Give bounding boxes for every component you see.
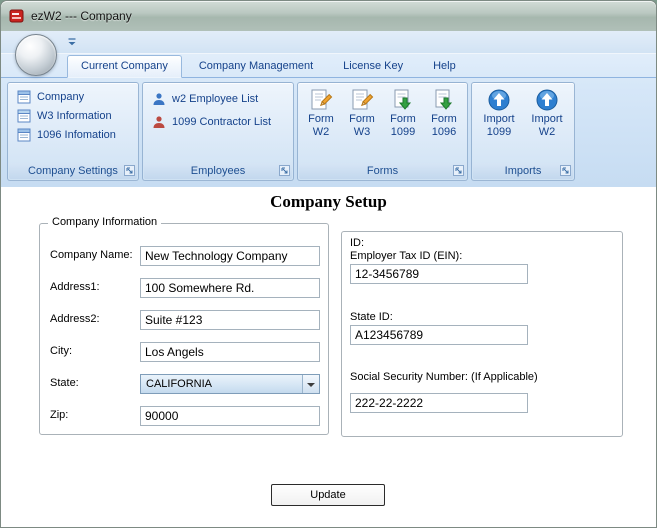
dialog-launcher-icon[interactable] <box>560 165 571 176</box>
button-1099-contractor-list-label: 1099 Contractor List <box>172 116 272 128</box>
groupbox-legend: Company Information <box>48 216 162 228</box>
ribbon-tab-row: Current Company Company Management Licen… <box>1 53 656 78</box>
id-label: ID: <box>350 237 365 249</box>
button-form-1096[interactable]: Form 1096 <box>424 86 464 139</box>
page-title: Company Setup <box>270 192 387 211</box>
button-1096-information[interactable]: 1096 Infomation <box>12 126 134 144</box>
group-caption-imports: Imports <box>473 163 573 179</box>
button-import-w2[interactable]: Import W2 <box>524 86 571 139</box>
city-label: City: <box>50 345 72 357</box>
tab-license-key[interactable]: License Key <box>330 55 416 78</box>
form-1096-icon <box>17 128 31 142</box>
qat-customize-dropdown-icon[interactable] <box>65 35 79 49</box>
group-imports: Import 1099 Import W2 Imports <box>471 82 575 181</box>
import-orb-icon <box>487 88 511 112</box>
state-dropdown[interactable]: CALIFORNIA <box>140 374 320 394</box>
dialog-launcher-icon[interactable] <box>124 165 135 176</box>
ein-label: Employer Tax ID (EIN): <box>350 250 463 262</box>
group-employees: w2 Employee List 1099 Contractor List Em… <box>142 82 294 181</box>
ezw2-app-icon <box>9 8 25 24</box>
button-import-1099[interactable]: Import 1099 <box>476 86 523 139</box>
button-1096-information-label: 1096 Infomation <box>37 129 116 141</box>
company-name-field[interactable] <box>140 246 320 266</box>
quick-access-toolbar <box>1 31 656 54</box>
ribbon-body: Company W3 Information 1096 Infomation C… <box>1 78 656 187</box>
update-button[interactable]: Update <box>271 484 385 506</box>
chevron-down-icon[interactable] <box>302 375 319 393</box>
state-id-field[interactable] <box>350 325 528 345</box>
ssn-label: Social Security Number: (If Applicable) <box>350 371 538 383</box>
ein-field[interactable] <box>350 264 528 284</box>
form-export-icon <box>432 88 456 112</box>
form-pencil-icon <box>350 88 374 112</box>
button-company[interactable]: Company <box>12 88 134 106</box>
button-form-w3[interactable]: Form W3 <box>342 86 382 139</box>
address2-field[interactable] <box>140 310 320 330</box>
application-orb-button[interactable] <box>15 34 57 76</box>
tab-help[interactable]: Help <box>420 55 469 78</box>
state-id-label: State ID: <box>350 311 393 323</box>
button-company-label: Company <box>37 91 85 103</box>
dialog-launcher-icon[interactable] <box>453 165 464 176</box>
city-field[interactable] <box>140 342 320 362</box>
group-caption-company-settings: Company Settings <box>9 163 137 179</box>
zip-field[interactable] <box>140 406 320 426</box>
group-forms: Form W2 Form W3 Form 1099 Form 1096 Form… <box>297 82 468 181</box>
ribbon: Current Company Company Management Licen… <box>1 31 656 187</box>
company-setup-page: Company Setup Company Information Compan… <box>1 187 656 527</box>
button-form-w2[interactable]: Form W2 <box>301 86 341 139</box>
id-groupbox: ID: Employer Tax ID (EIN): State ID: Soc… <box>341 231 623 437</box>
group-caption-forms: Forms <box>299 163 466 179</box>
zip-label: Zip: <box>50 409 69 421</box>
address1-label: Address1: <box>50 281 100 293</box>
company-name-label: Company Name: <box>50 249 133 261</box>
address1-field[interactable] <box>140 278 320 298</box>
state-dropdown-value: CALIFORNIA <box>146 378 213 390</box>
app-window: ezW2 --- Company Current Company Company… <box>0 0 657 528</box>
button-1099-contractor-list[interactable]: 1099 Contractor List <box>147 111 289 133</box>
button-w2-employee-list[interactable]: w2 Employee List <box>147 88 289 110</box>
dialog-launcher-icon[interactable] <box>279 165 290 176</box>
button-w3-information-label: W3 Information <box>37 110 112 122</box>
window-title: ezW2 --- Company <box>31 9 132 23</box>
address2-label: Address2: <box>50 313 100 325</box>
state-label: State: <box>50 377 79 389</box>
contractor-person-icon <box>153 116 165 128</box>
tab-company-management[interactable]: Company Management <box>186 55 326 78</box>
ssn-field[interactable] <box>350 393 528 413</box>
button-w2-employee-list-label: w2 Employee List <box>172 93 259 105</box>
company-form-icon <box>17 90 31 104</box>
form-export-icon <box>391 88 415 112</box>
import-orb-icon <box>535 88 559 112</box>
tab-current-company[interactable]: Current Company <box>67 55 182 78</box>
title-bar[interactable]: ezW2 --- Company <box>1 1 656 31</box>
w3-form-icon <box>17 109 31 123</box>
employee-person-icon <box>153 93 165 105</box>
form-pencil-icon <box>309 88 333 112</box>
company-information-groupbox: Company Information Company Name: Addres… <box>39 216 329 435</box>
group-caption-employees: Employees <box>144 163 292 179</box>
button-w3-information[interactable]: W3 Information <box>12 107 134 125</box>
group-company-settings: Company W3 Information 1096 Infomation C… <box>7 82 139 181</box>
button-form-1099[interactable]: Form 1099 <box>383 86 423 139</box>
